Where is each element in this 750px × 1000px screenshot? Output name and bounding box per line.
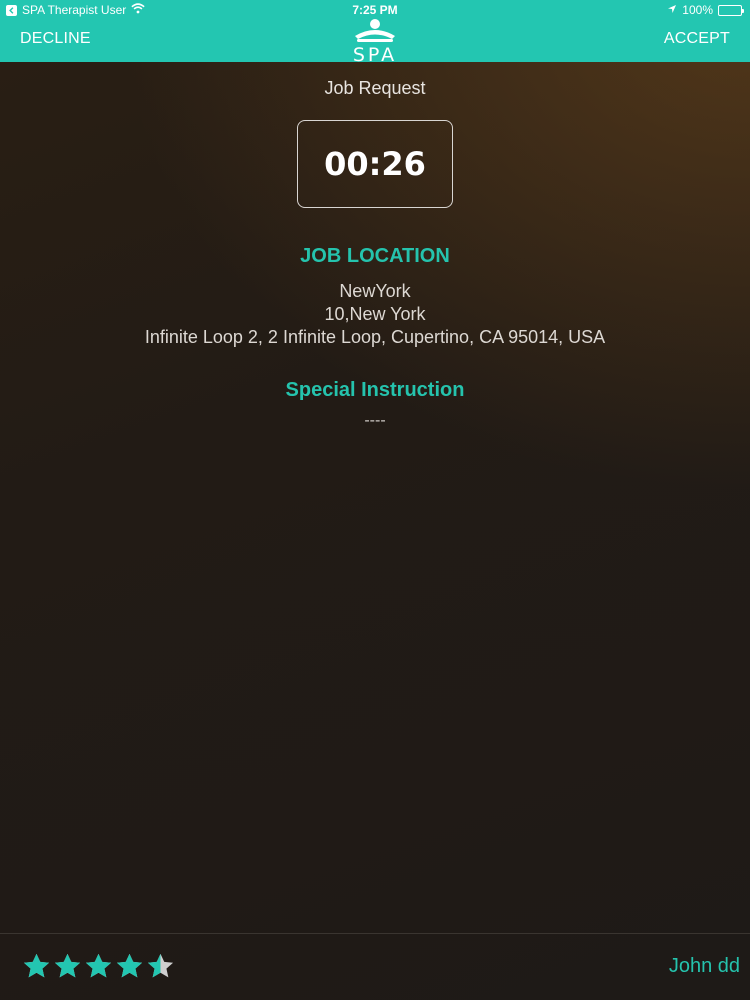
- customer-name[interactable]: John dd: [669, 955, 740, 978]
- star-icon: [54, 953, 81, 978]
- star-icon: [23, 953, 50, 978]
- location-arrow-icon: [667, 0, 677, 20]
- rating-stars: [22, 952, 175, 981]
- customer-bar: John dd: [0, 933, 750, 1000]
- star-icon: [85, 953, 112, 978]
- special-instruction-value: ----: [364, 412, 386, 429]
- spa-logo: SPA: [345, 18, 405, 66]
- countdown-timer: 00:26: [297, 120, 453, 208]
- status-right: 100%: [667, 0, 744, 20]
- job-location-title: JOB LOCATION: [300, 245, 450, 267]
- status-time: 7:25 PM: [352, 3, 398, 17]
- job-request-screen: SPA Therapist User 7:25 PM 100% DECLINE …: [0, 0, 750, 1000]
- status-bar: SPA Therapist User 7:25 PM 100%: [0, 0, 750, 20]
- accept-button[interactable]: ACCEPT: [664, 30, 730, 48]
- page-title: Job Request: [324, 78, 426, 98]
- logo-text: SPA: [352, 44, 398, 66]
- top-bar: SPA Therapist User 7:25 PM 100% DECLINE …: [0, 0, 750, 66]
- battery-percent: 100%: [682, 3, 713, 17]
- location-city: NewYork: [339, 281, 411, 301]
- decline-button[interactable]: DECLINE: [20, 30, 91, 48]
- special-instruction-title: Special Instruction: [285, 379, 465, 401]
- star-icon: [147, 953, 174, 978]
- battery-icon: [718, 4, 744, 16]
- spa-logo-icon: [355, 19, 395, 42]
- location-street: 10,New York: [324, 304, 426, 324]
- star-icon: [116, 953, 143, 978]
- location-address: Infinite Loop 2, 2 Infinite Loop, Cupert…: [144, 327, 606, 347]
